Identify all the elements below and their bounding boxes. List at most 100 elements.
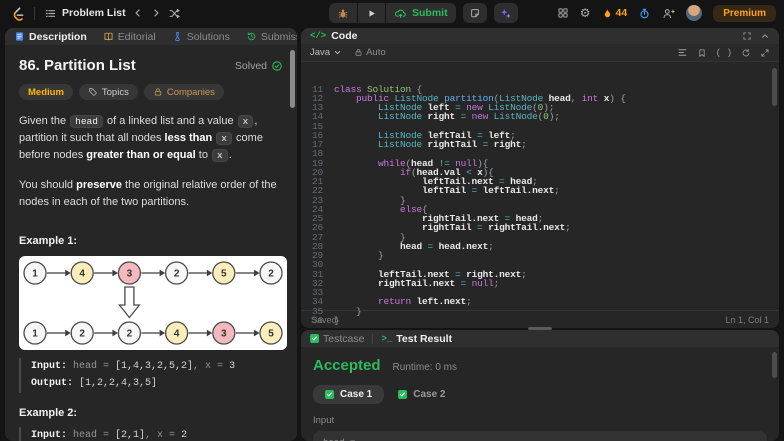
svg-text:2: 2 <box>79 329 85 340</box>
test-panel-scrollbar[interactable] <box>772 352 777 378</box>
gear-icon: ⚙ <box>579 6 591 20</box>
daily-streak[interactable]: 44 <box>602 7 628 20</box>
book-icon <box>103 31 114 42</box>
check-square-icon <box>310 334 319 343</box>
settings-button[interactable]: ⚙ <box>580 7 591 19</box>
companies-chip[interactable]: Companies <box>143 84 224 100</box>
invite-user-button[interactable] <box>662 7 675 20</box>
description-scrollbar[interactable] <box>290 50 295 108</box>
companies-label: Companies <box>166 86 215 98</box>
run-button[interactable] <box>358 3 385 23</box>
case-2-button[interactable]: Case 2 <box>398 385 446 404</box>
tab-description[interactable]: Description <box>14 31 87 43</box>
svg-text:5: 5 <box>221 269 227 280</box>
lock-icon <box>354 48 363 57</box>
tab-test-result[interactable]: >_ Test Result <box>381 333 452 345</box>
example1-input-value: head = [1,4,3,2,5,2], x = 3 <box>73 361 236 373</box>
tab-submissions-label: Submissions <box>260 30 297 43</box>
example1-image: 1 4 3 2 5 2 1 2 2 4 3 5 <box>19 256 287 351</box>
topics-chip[interactable]: Topics <box>78 84 138 100</box>
bookmark-button[interactable] <box>697 48 707 58</box>
debug-button[interactable] <box>329 3 357 23</box>
problem-list-button[interactable]: Problem List <box>44 7 126 20</box>
tab-solutions[interactable]: Solutions <box>172 31 230 43</box>
play-icon <box>366 8 377 19</box>
example2-input-value: head = [2,1], x = 2 <box>73 430 188 441</box>
tab-testcase[interactable]: Testcase <box>310 333 364 345</box>
next-problem-button[interactable] <box>150 7 162 19</box>
svg-text:2: 2 <box>174 269 180 280</box>
code-editor[interactable]: 11 class Solution {12 public ListNode par… <box>301 63 779 325</box>
bookmark-icon <box>697 48 707 58</box>
cursor-position: Ln 1, Col 1 <box>725 314 769 325</box>
history-icon <box>246 31 257 42</box>
solved-status: Solved <box>235 60 283 72</box>
sparkles-icon <box>499 7 512 20</box>
input-label: Input: <box>31 361 68 373</box>
expand-editor-button[interactable] <box>760 48 770 58</box>
case-1-button[interactable]: Case 1 <box>313 385 385 404</box>
prev-problem-button[interactable] <box>132 7 144 19</box>
language-selector[interactable]: Java <box>310 47 342 58</box>
reset-code-button[interactable] <box>741 48 751 58</box>
bracket-matching-button[interactable]: ( ) <box>716 48 732 58</box>
svg-text:1: 1 <box>32 329 38 340</box>
submit-label: Submit <box>412 7 448 19</box>
top-navbar: Problem List Submit ⚙ 44 Premium <box>0 0 784 26</box>
format-icon <box>677 47 688 58</box>
chevron-up-icon <box>760 31 770 41</box>
shuffle-icon <box>168 7 181 20</box>
difficulty-badge[interactable]: Medium <box>19 84 73 100</box>
tab-testcase-label: Testcase <box>323 332 365 345</box>
streak-count: 44 <box>615 7 628 19</box>
notes-button[interactable] <box>462 3 487 23</box>
premium-button[interactable]: Premium <box>713 4 776 22</box>
svg-text:4: 4 <box>174 329 180 340</box>
svg-text:4: 4 <box>79 269 85 280</box>
saved-indicator: Saved <box>311 314 337 325</box>
input-label: Input: <box>31 430 68 441</box>
description-doc-icon <box>14 31 25 42</box>
editor-scrollbar[interactable] <box>772 68 777 106</box>
language-label: Java <box>310 47 331 58</box>
leetcode-logo[interactable] <box>10 6 25 21</box>
random-problem-button[interactable] <box>168 7 181 20</box>
description-paragraph-1: Given the head of a linked list and a va… <box>19 115 263 163</box>
collapse-panel-button[interactable] <box>760 31 770 41</box>
submit-button[interactable]: Submit <box>386 3 456 23</box>
example2-io: Input:head = [2,1], x = 2 Output:[1,2] <box>19 427 283 441</box>
svg-text:5: 5 <box>268 329 274 340</box>
example1-diagram: 1 4 3 2 5 2 1 2 2 4 3 5 <box>23 261 283 345</box>
lock-icon <box>153 87 163 97</box>
case-1-label: Case 1 <box>340 389 373 400</box>
check-square-icon <box>398 390 408 399</box>
maximize-panel-button[interactable] <box>742 31 752 41</box>
reset-icon <box>741 48 751 58</box>
tab-editorial[interactable]: Editorial <box>103 31 156 43</box>
auto-save-indicator: Auto <box>354 47 386 58</box>
user-plus-icon <box>662 7 675 20</box>
format-code-button[interactable] <box>677 47 688 58</box>
run-controls: Submit <box>329 3 456 23</box>
testcase-input-field[interactable]: head = [1,4,3,2,5,2] <box>313 431 767 441</box>
cloud-upload-icon <box>394 7 407 20</box>
ai-assistant-button[interactable] <box>493 3 518 23</box>
result-runtime: Runtime: 0 ms <box>392 362 457 373</box>
stopwatch-icon <box>638 7 651 20</box>
tab-test-result-label: Test Result <box>396 332 453 345</box>
user-avatar[interactable] <box>686 5 703 21</box>
check-circle-icon <box>271 60 283 72</box>
svg-text:3: 3 <box>127 269 133 280</box>
example2-label: Example 2: <box>19 407 78 420</box>
auto-label: Auto <box>366 47 386 58</box>
test-panel-tabs: Testcase >_ Test Result <box>301 330 779 347</box>
svg-text:2: 2 <box>268 269 274 280</box>
description-panel-tabs: Description Editorial Solutions Submis <box>5 28 297 45</box>
svg-text:3: 3 <box>221 329 227 340</box>
timer-button[interactable] <box>638 7 651 20</box>
code-lines: 11 class Solution {12 public ListNode par… <box>311 83 626 326</box>
tab-submissions[interactable]: Submissions <box>246 31 297 43</box>
test-result-panel: Testcase >_ Test Result Accepted Runtime… <box>301 330 779 441</box>
panel-resize-handle[interactable] <box>528 327 552 330</box>
apps-grid-button[interactable] <box>557 7 569 19</box>
